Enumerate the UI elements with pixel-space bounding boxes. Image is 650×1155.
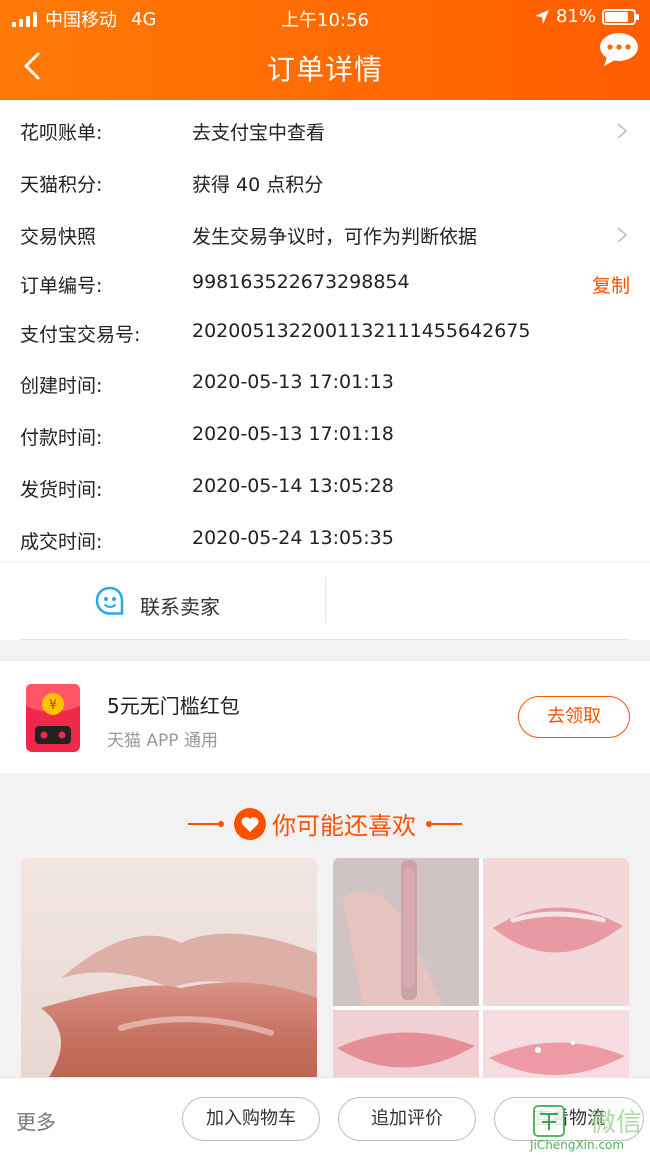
chat-face-icon <box>95 586 124 615</box>
red-packet-banner: ¥ 5元无门槛红包 天猫 APP 通用 去领取 <box>0 661 650 773</box>
info-key: 订单编号: <box>20 275 103 297</box>
watermark-logo <box>533 1105 565 1137</box>
info-value: 2020-05-14 13:05:28 <box>192 475 394 497</box>
watermark-text: 微信 <box>590 1108 643 1138</box>
heart-icon <box>234 807 266 840</box>
order-number-value: 998163522673298854 <box>192 271 410 293</box>
more-button[interactable]: 更多 <box>16 1106 56 1135</box>
red-packet-icon: ¥ <box>26 684 80 752</box>
chevron-right-icon <box>617 227 628 243</box>
recommend-header: 你可能还喜欢 <box>0 806 650 841</box>
order-info-panel: 花呗账单: 去支付宝中查看 天猫积分: 获得 40 点积分 交易快照 发生交易争… <box>0 100 650 562</box>
chevron-right-icon <box>617 123 628 139</box>
info-value: 2020051322001132111455642675 <box>192 320 531 342</box>
product-card[interactable] <box>333 858 629 1088</box>
red-packet-title: 5元无门槛红包 <box>107 694 240 718</box>
battery-percent: 81% <box>555 6 596 27</box>
info-key: 成交时间: <box>20 531 103 553</box>
info-row-huabei[interactable]: 花呗账单: 去支付宝中查看 <box>0 102 650 154</box>
info-row-order-number: 订单编号: 998163522673298854 复制 <box>0 255 650 307</box>
red-packet-subtitle: 天猫 APP 通用 <box>107 731 218 751</box>
info-row-shipped: 发货时间: 2020-05-14 13:05:28 <box>0 459 650 511</box>
product-card[interactable] <box>21 858 317 1088</box>
watermark: 微信 JiChengXin.com <box>530 1100 650 1155</box>
contact-seller-label: 联系卖家 <box>140 595 220 619</box>
info-value: 2020-05-13 17:01:13 <box>192 371 394 393</box>
info-key: 花呗账单: <box>20 122 103 144</box>
svg-text:¥: ¥ <box>49 698 57 713</box>
add-to-cart-button[interactable]: 加入购物车 <box>182 1097 320 1141</box>
info-key: 交易快照 <box>20 226 97 248</box>
status-bar: 中国移动 4G 上午10:56 81% <box>0 0 650 32</box>
info-key: 创建时间: <box>20 375 103 397</box>
vertical-divider <box>325 577 326 623</box>
info-row-alipay-number: 支付宝交易号: 2020051322001132111455642675 <box>0 304 650 356</box>
message-bubble-icon[interactable] <box>598 32 640 68</box>
info-row-completed: 成交时间: 2020-05-24 13:05:35 <box>0 511 650 563</box>
claim-button[interactable]: 去领取 <box>518 696 630 738</box>
info-row-created: 创建时间: 2020-05-13 17:01:13 <box>0 355 650 407</box>
info-value: 获得 40 点积分 <box>192 174 324 196</box>
info-row-snapshot[interactable]: 交易快照 发生交易争议时，可作为判断依据 <box>0 206 650 258</box>
contact-seller-button[interactable]: 联系卖家 <box>0 563 325 640</box>
page-title: 订单详情 <box>266 53 383 86</box>
lipgloss-collage-image <box>333 858 629 1088</box>
info-value: 发生交易争议时，可作为判断依据 <box>192 226 478 248</box>
add-review-button[interactable]: 追加评价 <box>338 1097 476 1141</box>
divider <box>20 639 630 640</box>
contact-section: 联系卖家 <box>0 563 650 640</box>
copy-button[interactable]: 复制 <box>592 271 630 298</box>
info-key: 天猫积分: <box>20 174 103 196</box>
info-value: 2020-05-24 13:05:35 <box>192 527 394 549</box>
battery-icon <box>602 8 639 25</box>
info-key: 发货时间: <box>20 479 103 501</box>
lips-photo-image <box>21 858 317 1088</box>
app-header: 中国移动 4G 上午10:56 81% 订单详情 <box>0 0 650 100</box>
info-row-paid: 付款时间: 2020-05-13 17:01:18 <box>0 407 650 459</box>
info-key: 付款时间: <box>20 427 103 449</box>
info-value: 2020-05-13 17:01:18 <box>192 423 394 445</box>
deco-line <box>425 820 462 827</box>
watermark-url: JiChengXin.com <box>530 1138 625 1152</box>
deco-line <box>188 820 225 827</box>
location-icon <box>534 9 549 24</box>
recommend-title: 你可能还喜欢 <box>272 812 416 840</box>
info-value: 去支付宝中查看 <box>192 122 326 144</box>
info-row-points: 天猫积分: 获得 40 点积分 <box>0 154 650 206</box>
info-key: 支付宝交易号: <box>20 324 141 346</box>
